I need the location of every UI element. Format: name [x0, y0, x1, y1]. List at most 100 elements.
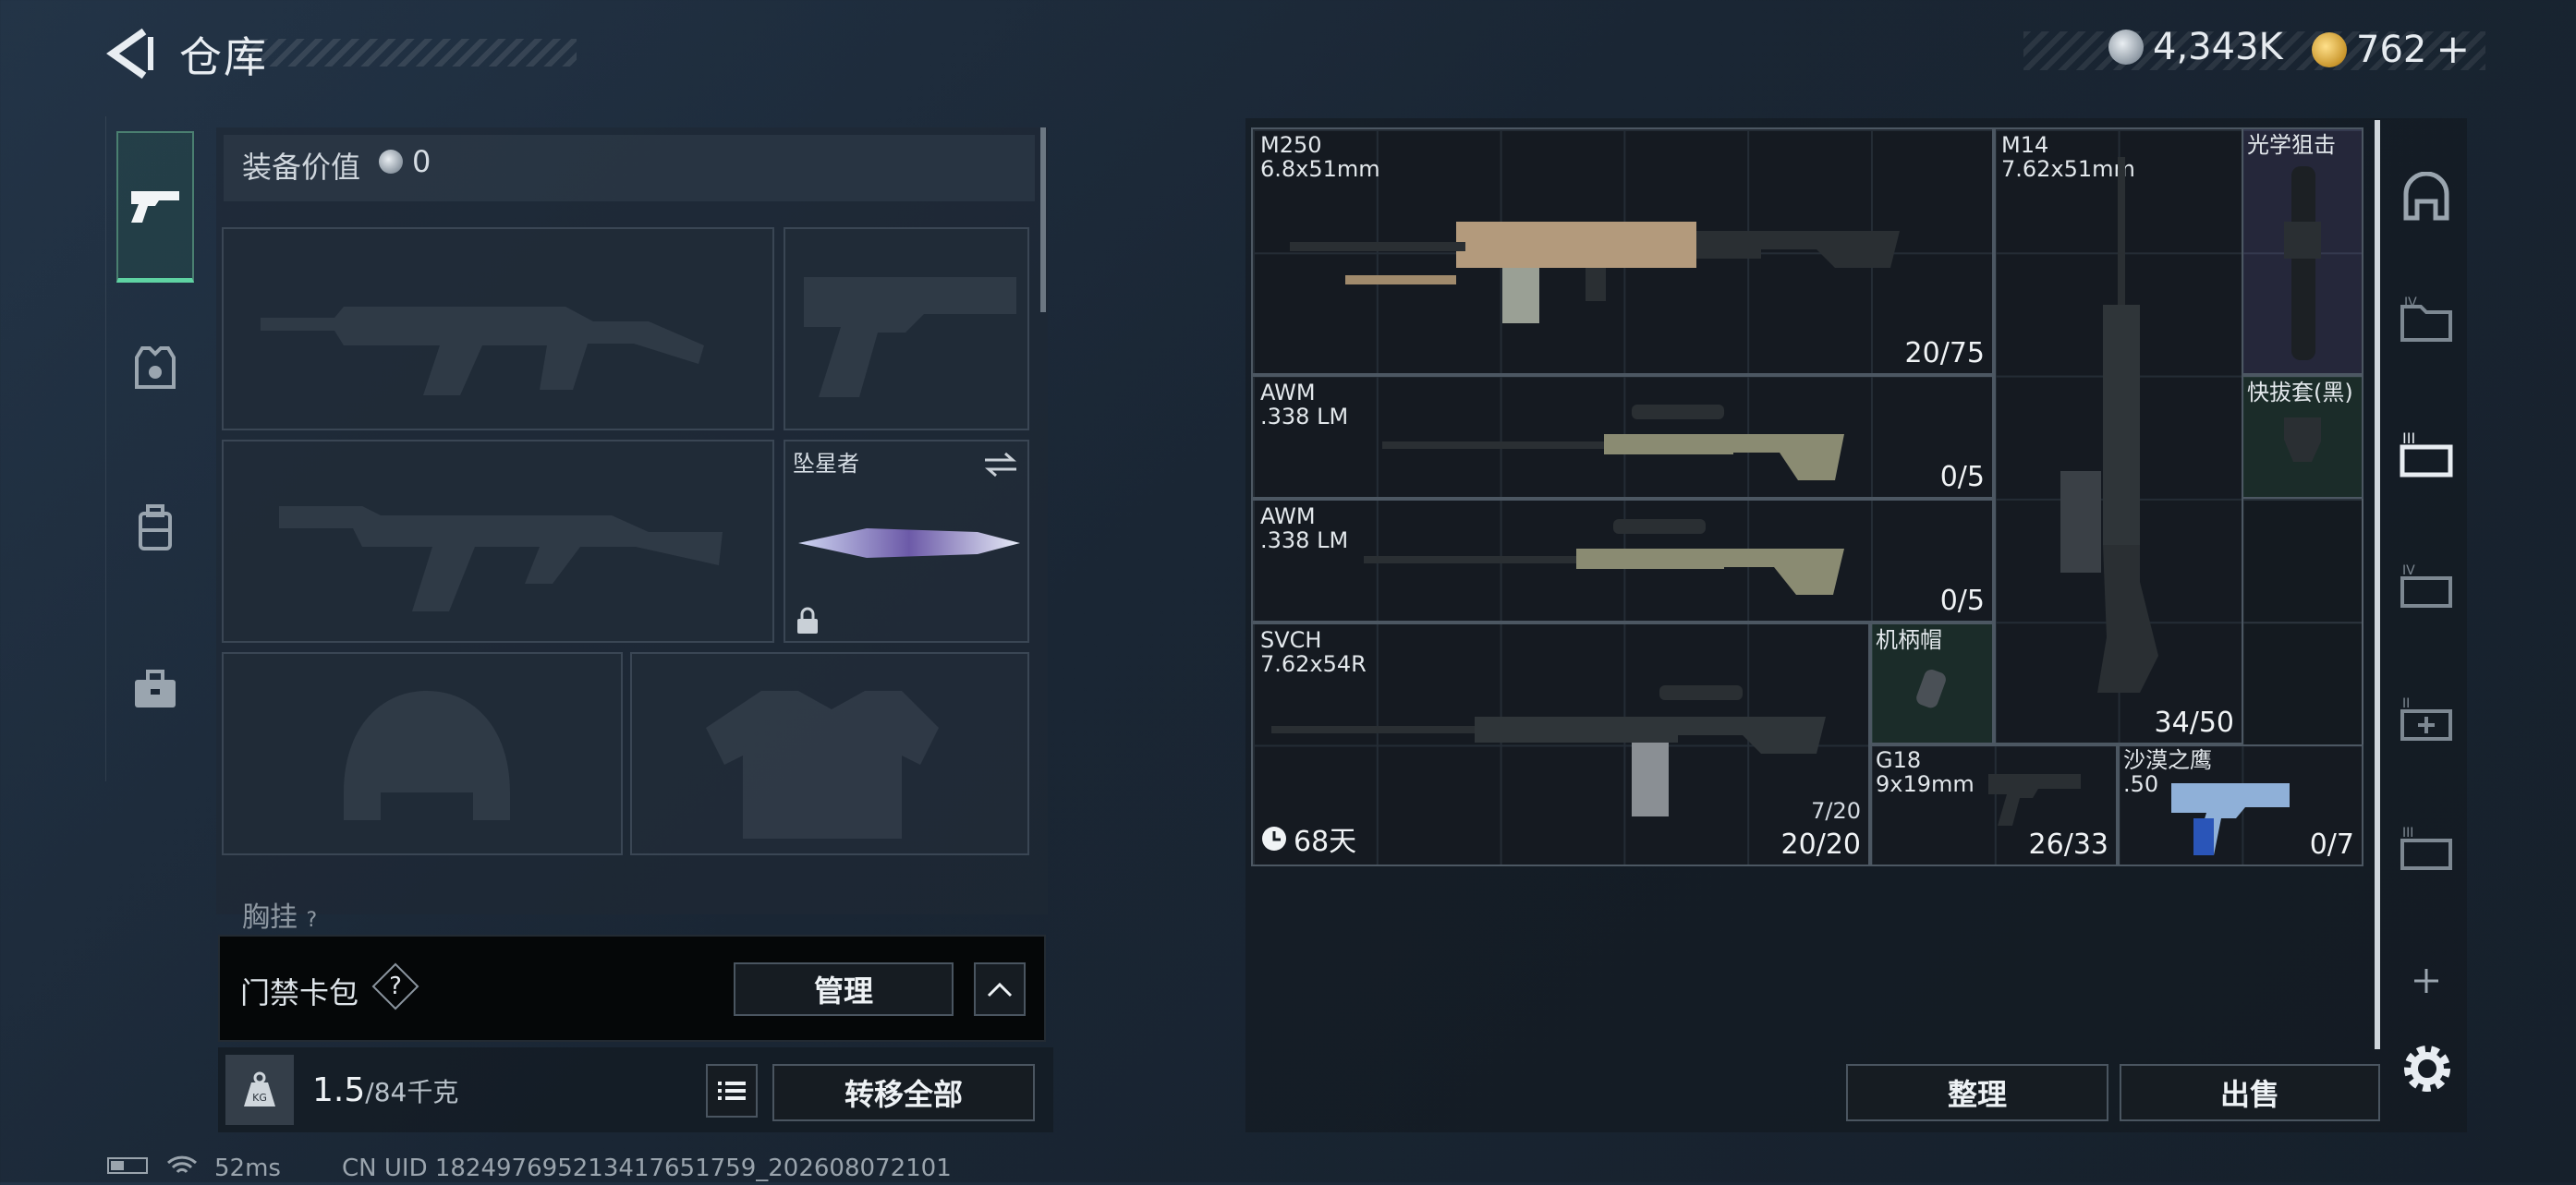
- gold-currency[interactable]: 762 +: [2312, 26, 2470, 73]
- holster-icon: [2284, 417, 2321, 462]
- tab-armor[interactable]: [116, 329, 194, 406]
- tab-weapons[interactable]: [116, 131, 194, 283]
- silver-coin-icon: [379, 150, 403, 174]
- svg-text:IV: IV: [2404, 296, 2417, 310]
- item-ammo-count: 34/50: [2154, 707, 2234, 739]
- stash-scrollbar[interactable]: [2375, 120, 2380, 1049]
- title-decoration: [242, 39, 577, 67]
- item-name: 快拔套(黑): [2247, 380, 2353, 405]
- stash-item-holster[interactable]: 快拔套(黑): [2242, 375, 2363, 499]
- collapse-button[interactable]: [974, 962, 1026, 1016]
- briefcase-icon: [135, 670, 176, 707]
- help-icon[interactable]: ?: [379, 970, 412, 1003]
- chevron-up-icon: [987, 982, 1013, 998]
- item-ammo-count: 20/20: [1780, 828, 1861, 861]
- storage-tool-icon: III: [2400, 826, 2452, 870]
- stash-item-desert-eagle[interactable]: 沙漠之鹰 .50 0/7: [2118, 744, 2363, 866]
- list-view-button[interactable]: [706, 1064, 758, 1118]
- item-magazine-count: 7/20: [1811, 798, 1861, 824]
- pistol-icon: [131, 190, 179, 223]
- player-uid: CN UID 1824976952134176517​59_2026080721…: [342, 1155, 952, 1182]
- stash-item-m250[interactable]: M250 6.8x51mm 20/75: [1251, 127, 1994, 375]
- svg-text:IV: IV: [2402, 563, 2415, 578]
- stash-item-bolt-cap[interactable]: 机柄帽: [1870, 623, 1994, 744]
- swap-icon[interactable]: [983, 451, 1018, 478]
- stash-item-awm-1[interactable]: AWM .338 LM 0/5: [1251, 375, 1994, 499]
- gold-amount: 762: [2356, 28, 2427, 71]
- item-name: G18 9x19mm: [1876, 747, 1975, 797]
- ping-readout: 52ms: [214, 1155, 281, 1182]
- item-ammo-count: 26/33: [2028, 828, 2108, 861]
- backpack-icon: [139, 504, 172, 550]
- item-ammo-count: 20/75: [1904, 337, 1985, 369]
- equipment-value-label: 装备价值: [242, 150, 361, 185]
- scope-icon: [2284, 166, 2321, 360]
- tab-backpack[interactable]: [116, 490, 194, 567]
- stash-item-g18[interactable]: G18 9x19mm 26/33: [1870, 744, 2118, 866]
- helmet-slot[interactable]: [222, 652, 623, 855]
- transfer-all-button[interactable]: 转移全部: [772, 1064, 1035, 1121]
- silver-amount: 4,343K: [2153, 26, 2283, 68]
- rifle-silhouette-icon: [279, 506, 723, 611]
- stash-tab-5[interactable]: II: [2391, 683, 2461, 754]
- body-armor-slot[interactable]: [630, 652, 1029, 855]
- battery-icon: [107, 1155, 153, 1183]
- sell-button[interactable]: 出售: [2120, 1064, 2380, 1121]
- marksman-rifle-icon: [1271, 685, 1826, 816]
- svg-text:II: II: [2402, 696, 2410, 711]
- add-stash-button[interactable]: [2391, 946, 2461, 1016]
- item-name: 光学狙击: [2247, 132, 2336, 158]
- stash-item-m14[interactable]: M14 7.62x51mm 34/50: [1994, 127, 2243, 744]
- silver-currency: 4,343K: [2108, 26, 2283, 68]
- armor-silhouette-icon: [706, 691, 939, 839]
- rifle-vertical-icon: [2060, 157, 2158, 693]
- vest-icon: [135, 346, 176, 389]
- stash-item-optic-sniper[interactable]: 光学狙击: [2242, 127, 2363, 375]
- storage-icon: IV: [2400, 563, 2452, 608]
- manage-button[interactable]: 管理: [734, 962, 954, 1016]
- equipment-scrollbar[interactable]: [1040, 127, 1046, 312]
- bolt-cap-icon: [1916, 670, 1946, 708]
- stash-item-awm-2[interactable]: AWM .338 LM 0/5: [1251, 499, 1994, 623]
- silver-coin-icon: [2108, 30, 2144, 65]
- stash-tab-4[interactable]: IV: [2391, 550, 2461, 621]
- pistol-silhouette-icon: [804, 277, 1016, 397]
- carry-weight: 1.5/84千克: [312, 1071, 459, 1109]
- shelf-icon: III: [2400, 429, 2453, 478]
- svg-text:III: III: [2402, 429, 2415, 447]
- add-gold-button[interactable]: +: [2436, 26, 2470, 73]
- stash-item-svch[interactable]: SVCH 7.62x54R 68天 7/20 20/20: [1251, 623, 1870, 866]
- machine-gun-icon: [1290, 222, 1900, 323]
- helmet-silhouette-icon: [344, 691, 510, 820]
- keycard-bag-label: 门禁卡包: [240, 975, 359, 1010]
- stash-tab-6[interactable]: III: [2391, 813, 2461, 883]
- list-icon: [718, 1082, 746, 1100]
- melee-slot[interactable]: 坠星者: [784, 440, 1029, 643]
- item-name: AWM .338 LM: [1260, 380, 1349, 429]
- gear-icon[interactable]: [2397, 1038, 2458, 1099]
- equipment-value-number: 0: [412, 144, 431, 179]
- item-name: AWM .338 LM: [1260, 503, 1349, 553]
- desert-eagle-icon: [2171, 783, 2290, 855]
- sort-button[interactable]: 整理: [1846, 1064, 2108, 1121]
- primary-weapon-slot-1[interactable]: [222, 227, 774, 430]
- sniper-rifle-icon: [1382, 405, 1844, 480]
- svg-text:KG: KG: [252, 1092, 267, 1104]
- melee-name: 坠星者: [793, 451, 859, 477]
- stash-tab-home[interactable]: [2391, 163, 2461, 233]
- gold-coin-icon: [2312, 31, 2347, 67]
- back-arrow-icon[interactable]: [103, 26, 159, 81]
- tab-cases[interactable]: [116, 650, 194, 728]
- rental-timer: 68天: [1260, 818, 1356, 859]
- page-title: 仓库: [179, 32, 268, 82]
- knife-icon: [798, 528, 1020, 558]
- primary-weapon-slot-2[interactable]: [222, 440, 774, 643]
- pistol-icon: [1988, 774, 2081, 826]
- helmet-icon: [2403, 172, 2449, 221]
- pistol-slot[interactable]: [784, 227, 1029, 430]
- timer-text: 68天: [1294, 826, 1357, 858]
- item-ammo-count: 0/5: [1939, 461, 1985, 493]
- stash-tab-3[interactable]: III: [2391, 419, 2461, 490]
- stash-tab-2[interactable]: IV: [2391, 286, 2461, 357]
- clock-icon: [1262, 827, 1286, 851]
